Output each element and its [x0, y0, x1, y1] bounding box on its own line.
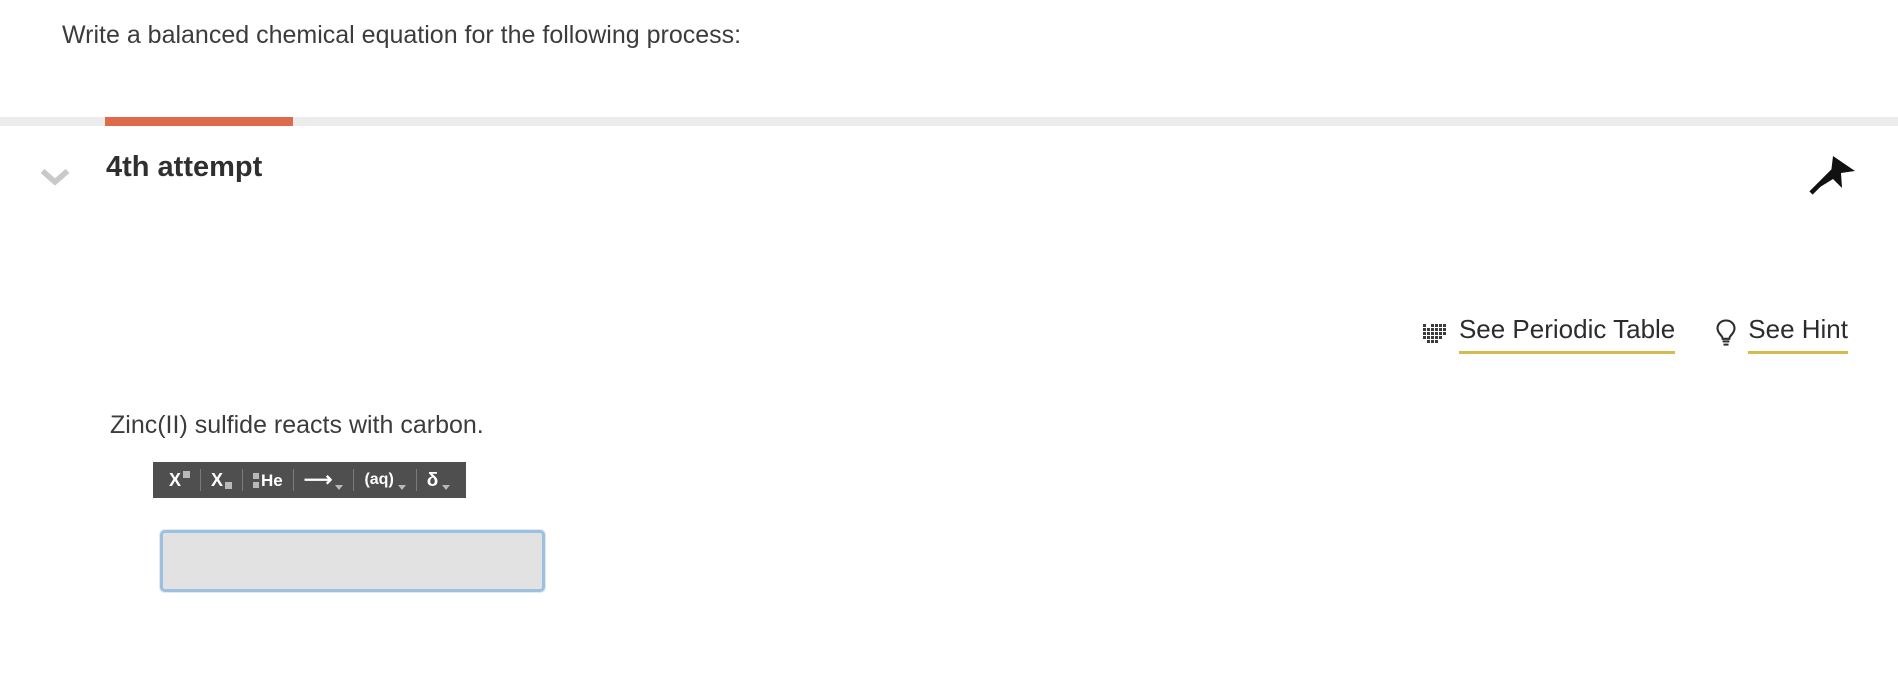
partial-charge-button[interactable]: δ — [417, 462, 461, 498]
reaction-arrow-button-label: ⟶ — [303, 469, 333, 491]
see-hint-label: See Hint — [1748, 312, 1848, 354]
chevron-down-icon[interactable] — [34, 162, 76, 192]
subscript-button[interactable]: X — [201, 462, 242, 498]
flag-icon[interactable] — [1802, 146, 1872, 198]
superscript-button[interactable]: X — [159, 462, 200, 498]
attempt-title: 4th attempt — [106, 151, 263, 183]
isotope-button[interactable]: He — [243, 462, 293, 498]
subscript-placeholder-box — [225, 481, 233, 489]
question-text: Zinc(II) sulfide reacts with carbon. — [110, 411, 484, 439]
see-periodic-table-link[interactable]: See Periodic Table — [1422, 312, 1676, 354]
chevron-down-icon — [397, 484, 406, 490]
prompt-row: Write a balanced chemical equation for t… — [0, 0, 1898, 118]
lightbulb-icon — [1715, 318, 1737, 348]
answer-input[interactable] — [160, 530, 545, 592]
state-of-matter-button[interactable]: (aq) — [354, 462, 415, 498]
attempt-header: 4th attempt — [0, 126, 1898, 201]
attempt-progress-track — [0, 117, 1898, 126]
partial-charge-button-label: δ — [426, 469, 439, 491]
tool-links: See Periodic Table See Hint — [1422, 312, 1848, 354]
chevron-down-icon — [335, 484, 344, 490]
periodic-table-icon — [1422, 322, 1448, 344]
see-periodic-table-label: See Periodic Table — [1458, 312, 1676, 354]
isotope-button-label: He — [261, 470, 283, 490]
see-hint-link[interactable]: See Hint — [1715, 312, 1848, 354]
page-title: Write a balanced chemical equation for t… — [62, 21, 742, 49]
chevron-down-icon — [442, 484, 451, 490]
superscript-placeholder-box — [183, 470, 191, 478]
subscript-button-label: X — [211, 470, 224, 490]
state-of-matter-button-label: (aq) — [364, 471, 394, 488]
reaction-arrow-button[interactable]: ⟶ — [294, 462, 354, 498]
attempt-progress-fill — [105, 117, 293, 126]
superscript-button-label: X — [169, 470, 182, 490]
isotope-placeholder-boxes — [253, 472, 260, 488]
symbol-toolbar: X X He ⟶ (aq) δ — [153, 462, 467, 498]
